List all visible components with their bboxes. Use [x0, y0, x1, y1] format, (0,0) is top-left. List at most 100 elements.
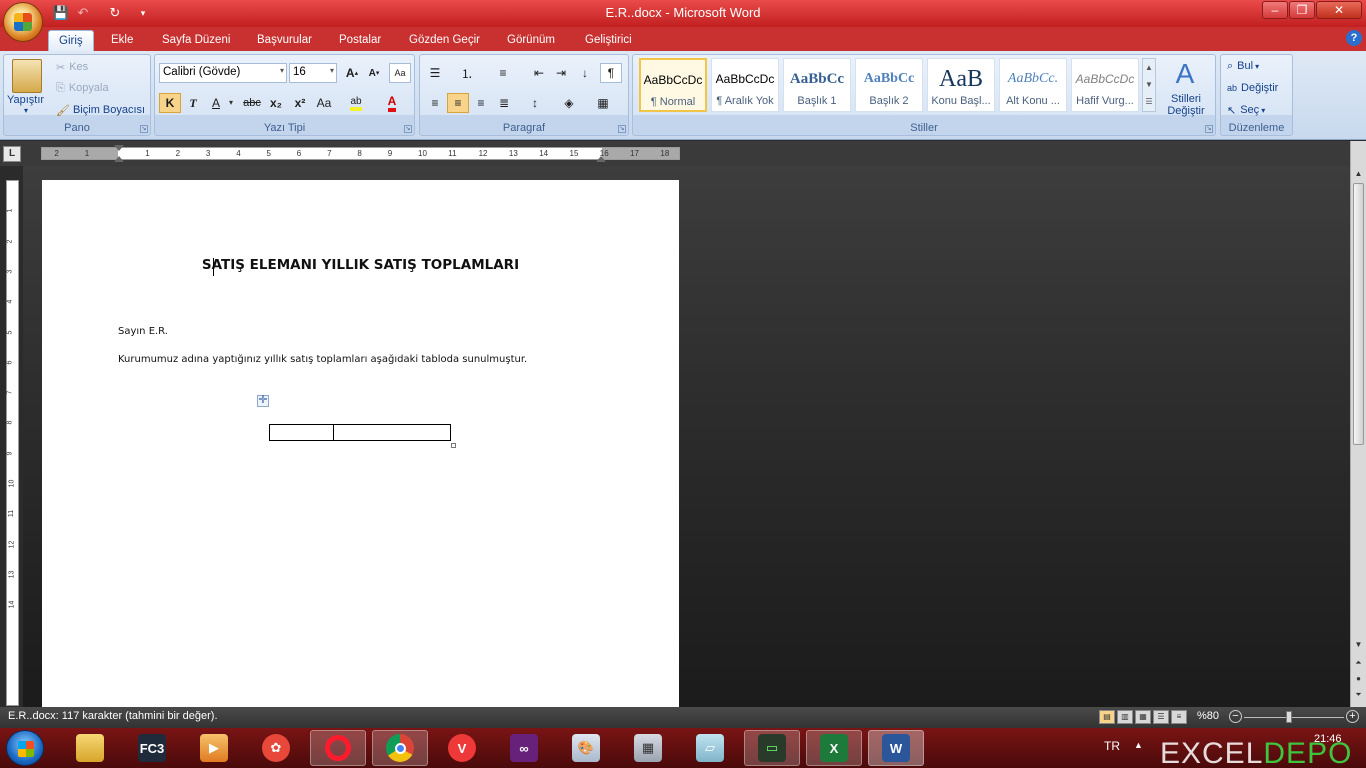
bullets-icon[interactable]: ☰ — [424, 63, 446, 83]
taskbar-media[interactable]: ▶ — [186, 730, 242, 766]
chevron-down-icon[interactable]: ▼ — [1143, 76, 1155, 93]
paste-button[interactable]: Yapıştır — [7, 94, 44, 106]
close-button[interactable]: ✕ — [1316, 1, 1362, 19]
zoom-level[interactable]: %80 — [1197, 710, 1219, 722]
tab-gelistirici[interactable]: Geliştirici — [575, 30, 642, 51]
more-icon[interactable]: ☰ — [1143, 93, 1155, 110]
superscript-button[interactable]: x² — [289, 93, 311, 113]
pilcrow-icon[interactable]: ¶ — [600, 63, 622, 83]
taskbar-fc3[interactable]: FC3 — [124, 730, 180, 766]
zoom-in-icon[interactable]: + — [1346, 710, 1359, 723]
sort-icon[interactable]: ↓ — [574, 63, 596, 83]
decrease-indent-icon[interactable]: ⇤ — [528, 63, 550, 83]
taskbar-calculator[interactable]: ▦ — [620, 730, 676, 766]
full-screen-reading-icon[interactable]: ▥ — [1117, 710, 1133, 724]
find-button[interactable]: ⌕ Bul ▾ — [1227, 56, 1259, 76]
taskbar-chrome[interactable] — [372, 730, 428, 766]
help-icon[interactable]: ? — [1346, 30, 1362, 46]
underline-button[interactable]: A — [205, 93, 227, 113]
hanging-indent-marker[interactable] — [114, 156, 124, 162]
copy-button[interactable]: ⎘ Kopyala — [56, 78, 109, 98]
scroll-down-icon[interactable]: ▼ — [1353, 639, 1364, 651]
taskbar-word[interactable]: W — [868, 730, 924, 766]
table-cell[interactable] — [270, 425, 334, 440]
replace-button[interactable]: ab Değiştir — [1227, 78, 1278, 98]
tab-giris[interactable]: Giriş — [48, 30, 94, 51]
style-subtle-emphasis[interactable]: AaBbCcDc Hafif Vurg... — [1071, 58, 1139, 112]
numbering-icon[interactable]: ⒈ — [456, 63, 478, 83]
table-cell[interactable] — [334, 425, 450, 440]
tab-postalar[interactable]: Postalar — [329, 30, 391, 51]
outline-view-icon[interactable]: ☰ — [1153, 710, 1169, 724]
language-indicator[interactable]: TR — [1104, 739, 1120, 753]
grow-font-icon[interactable]: A ▴ — [341, 63, 363, 83]
horizontal-ruler[interactable]: 2 1 1 2 3 4 5 6 7 8 9 10 11 12 13 14 15 16 17 18 — [41, 147, 680, 160]
minimize-button[interactable]: – — [1262, 1, 1288, 19]
line-spacing-icon[interactable]: ↕ — [524, 93, 546, 113]
multilevel-list-icon[interactable]: ≡ — [492, 63, 514, 83]
borders-icon[interactable]: ▦ — [592, 93, 614, 113]
styles-scroll[interactable]: ▲ ▼ ☰ — [1142, 58, 1156, 112]
align-right-icon[interactable]: ≡ — [470, 93, 492, 113]
shrink-font-icon[interactable]: A ▾ — [363, 63, 385, 83]
chevron-up-icon[interactable]: ▲ — [1143, 59, 1155, 76]
tab-sayfa-duzeni[interactable]: Sayfa Düzeni — [152, 30, 240, 51]
strikethrough-button[interactable]: abc — [241, 93, 263, 113]
document-heading[interactable]: SATIŞ ELEMANI YILLIK SATIŞ TOPLAMLARI — [42, 257, 679, 273]
tray-expand-icon[interactable]: ▲ — [1134, 740, 1143, 750]
align-center-icon[interactable]: ≡ — [447, 93, 469, 113]
bold-button[interactable]: K — [159, 93, 181, 113]
tab-selector-button[interactable]: L — [3, 146, 21, 162]
pano-launcher-icon[interactable]: ↘ — [140, 125, 148, 133]
highlight-icon[interactable]: ab — [345, 93, 367, 113]
change-styles-button[interactable]: Stilleri Değiştir — [1160, 93, 1212, 117]
increase-indent-icon[interactable]: ⇥ — [550, 63, 572, 83]
font-color-icon[interactable]: A — [381, 93, 403, 113]
taskbar-terminal[interactable]: ▭ — [744, 730, 800, 766]
shading-icon[interactable]: ◈ — [558, 93, 580, 113]
table-move-handle-icon[interactable]: ✛ — [257, 395, 269, 407]
zoom-out-icon[interactable]: − — [1229, 710, 1242, 723]
document-page[interactable]: SATIŞ ELEMANI YILLIK SATIŞ TOPLAMLARI Sa… — [42, 180, 679, 710]
select-button[interactable]: ↖ Seç ▾ — [1227, 100, 1265, 120]
vertical-ruler[interactable]: 1 2 3 4 5 6 7 8 9 10 11 12 13 14 — [6, 180, 19, 706]
next-page-icon[interactable]: ⏷ — [1353, 689, 1364, 701]
subscript-button[interactable]: x₂ — [265, 93, 287, 113]
document-table[interactable] — [269, 424, 451, 441]
style-no-spacing[interactable]: AaBbCcDc ¶ Aralık Yok — [711, 58, 779, 112]
table-resize-handle[interactable] — [451, 443, 456, 448]
scroll-up-icon[interactable]: ▲ — [1353, 168, 1364, 180]
taskbar-vivaldi[interactable]: V — [434, 730, 490, 766]
taskbar-notes[interactable]: ▱ — [682, 730, 738, 766]
taskbar-paint-app[interactable]: ✿ — [248, 730, 304, 766]
cut-button[interactable]: ✂ Kes — [56, 57, 88, 77]
previous-page-icon[interactable]: ⏶ — [1353, 657, 1364, 669]
maximize-button[interactable]: ❐ — [1289, 1, 1315, 19]
italic-button[interactable]: T — [182, 93, 204, 113]
greeting-paragraph[interactable]: Sayın E.R. — [118, 326, 168, 337]
paragraph-launcher-icon[interactable]: ↘ — [618, 125, 626, 133]
tab-ekle[interactable]: Ekle — [101, 30, 143, 51]
clock[interactable]: 21:46 — [1314, 733, 1342, 745]
style-title[interactable]: AaB Konu Başl... — [927, 58, 995, 112]
taskbar-opera[interactable] — [310, 730, 366, 766]
vertical-scrollbar[interactable]: ▲ ▼ ⏶ ● ⏷ — [1350, 141, 1366, 707]
taskbar-visual-studio[interactable]: ∞ — [496, 730, 552, 766]
underline-dropdown-icon[interactable]: ▾ — [229, 98, 233, 107]
taskbar-explorer[interactable] — [62, 730, 118, 766]
change-case-button[interactable]: Aa — [313, 93, 335, 113]
zoom-slider-thumb[interactable] — [1286, 711, 1292, 723]
first-line-indent-marker[interactable] — [114, 145, 124, 151]
tab-gozden-gecir[interactable]: Gözden Geçir — [399, 30, 490, 51]
style-heading-1[interactable]: AaBbCc Başlık 1 — [783, 58, 851, 112]
paste-dropdown-icon[interactable]: ▾ — [24, 106, 28, 115]
body-paragraph[interactable]: Kurumumuz adına yaptığınız yıllık satış … — [118, 354, 527, 365]
scroll-thumb[interactable] — [1353, 183, 1364, 445]
font-size-combo[interactable]: 16 ▾ — [289, 63, 337, 83]
right-indent-marker[interactable] — [596, 156, 606, 162]
taskbar-excel[interactable]: X — [806, 730, 862, 766]
style-heading-2[interactable]: AaBbCc Başlık 2 — [855, 58, 923, 112]
font-launcher-icon[interactable]: ↘ — [404, 125, 412, 133]
draft-view-icon[interactable]: ≡ — [1171, 710, 1187, 724]
office-button[interactable] — [3, 2, 43, 42]
